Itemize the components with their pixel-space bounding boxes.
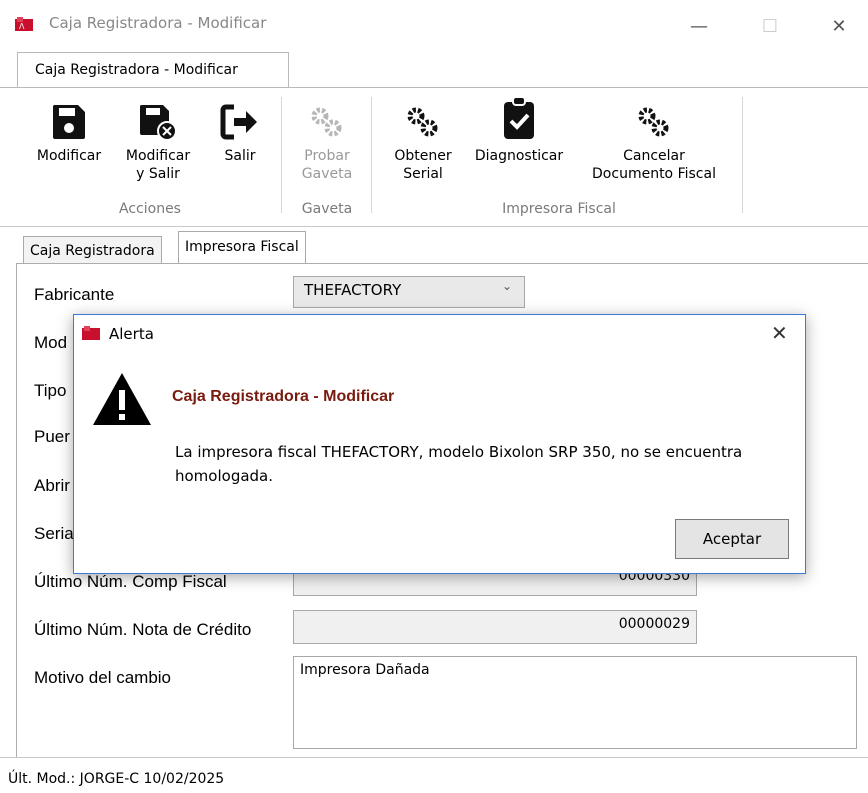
save-close-icon [139,105,177,141]
save-icon [52,105,85,139]
window-title: Caja Registradora - Modificar [49,14,267,32]
dialog-message: La impresora fiscal THEFACTORY, modelo B… [175,440,795,488]
separator [742,97,743,213]
diagnosticar-label: Diagnosticar [474,148,564,164]
gears-icon [407,107,438,137]
dialog-heading: Caja Registradora - Modificar [172,388,395,405]
clipboard-check-icon [504,96,534,139]
ribbon-tab[interactable]: Caja Registradora - Modificar [17,52,289,89]
title-bar: Ʌ Caja Registradora - Modificar — ☐ ✕ [0,0,868,50]
modelo-label: Mod [34,333,68,352]
modificar-salir-label-1: Modificar [125,148,191,164]
exit-icon [220,104,257,140]
modificar-label: Modificar [36,148,102,164]
dialog-title: Alerta [109,325,154,343]
minimize-icon: — [690,15,708,37]
app-icon: Ʌ [15,17,33,31]
fabricante-select[interactable]: THEFACTORY ⌄ [293,276,525,308]
status-bar: Últ. Mod.: JORGE-C 10/02/2025 [8,771,225,787]
maximize-icon: ☐ [761,15,779,37]
maximize-button[interactable]: ☐ [747,10,793,42]
dialog-message-line-1: La impresora fiscal THEFACTORY, modelo B… [175,443,743,461]
ultimo-nota-label: Último Núm. Nota de Crédito [34,620,252,639]
probar-label-1: Probar [304,148,350,164]
abrir-label: Abrir [34,476,70,495]
tab-caja-registradora[interactable]: Caja Registradora [23,236,162,265]
tipo-label: Tipo [34,381,67,400]
diagnosticar-button[interactable]: Diagnosticar [466,96,572,165]
warning-icon [93,373,151,425]
obtener-label-1: Obtener [394,148,452,164]
ultimo-nota-value: 00000029 [618,616,690,632]
obtener-label-2: Serial [403,166,443,182]
chevron-down-icon: ⌄ [502,279,513,293]
separator [371,97,372,213]
ribbon-tab-label: Caja Registradora - Modificar [35,62,238,78]
motivo-value: Impresora Dañada [300,662,430,678]
salir-label: Salir [224,148,256,164]
motivo-textarea[interactable]: Impresora Dañada [293,656,857,749]
modificar-salir-button[interactable]: Modificar y Salir [115,103,201,183]
motivo-label: Motivo del cambio [34,668,172,687]
app-icon [82,326,100,340]
alert-dialog: Alerta ✕ Caja Registradora - Modificar L… [73,314,806,574]
close-icon: ✕ [831,15,847,37]
dialog-message-line-2: homologada. [175,467,274,485]
modificar-salir-label-2: y Salir [136,166,180,182]
dialog-close-icon[interactable]: ✕ [771,321,788,345]
aceptar-button[interactable]: Aceptar [675,519,789,559]
probar-label-2: Gaveta [301,166,353,182]
ultimo-nota-field[interactable]: 00000029 [293,610,697,644]
probar-gaveta-button[interactable]: Probar Gaveta [290,103,364,183]
fabricante-label: Fabricante [34,285,115,304]
separator [281,97,282,213]
svg-text:Ʌ: Ʌ [19,22,25,31]
minimize-button[interactable]: — [676,10,722,42]
ultimo-comp-label: Último Núm. Comp Fiscal [34,572,227,591]
obtener-serial-button[interactable]: Obtener Serial [385,103,461,183]
serial-label: Seria [34,524,74,543]
close-button[interactable]: ✕ [816,10,862,42]
gears-icon [311,107,342,137]
fabricante-value: THEFACTORY [304,281,402,299]
cancelar-label-1: Cancelar [623,148,685,164]
salir-button[interactable]: Salir [210,103,270,165]
cancelar-label-2: Documento Fiscal [592,166,716,182]
cancelar-documento-button[interactable]: Cancelar Documento Fiscal [576,103,732,183]
group-acciones: Acciones [119,201,181,217]
status-separator [0,757,868,758]
group-gaveta: Gaveta [301,201,353,217]
puerto-label: Puer [34,427,70,446]
modificar-button[interactable]: Modificar [27,103,111,165]
group-impresora-fiscal: Impresora Fiscal [502,201,616,217]
tab-impresora-fiscal[interactable]: Impresora Fiscal [178,231,306,264]
gears-icon [638,107,669,137]
